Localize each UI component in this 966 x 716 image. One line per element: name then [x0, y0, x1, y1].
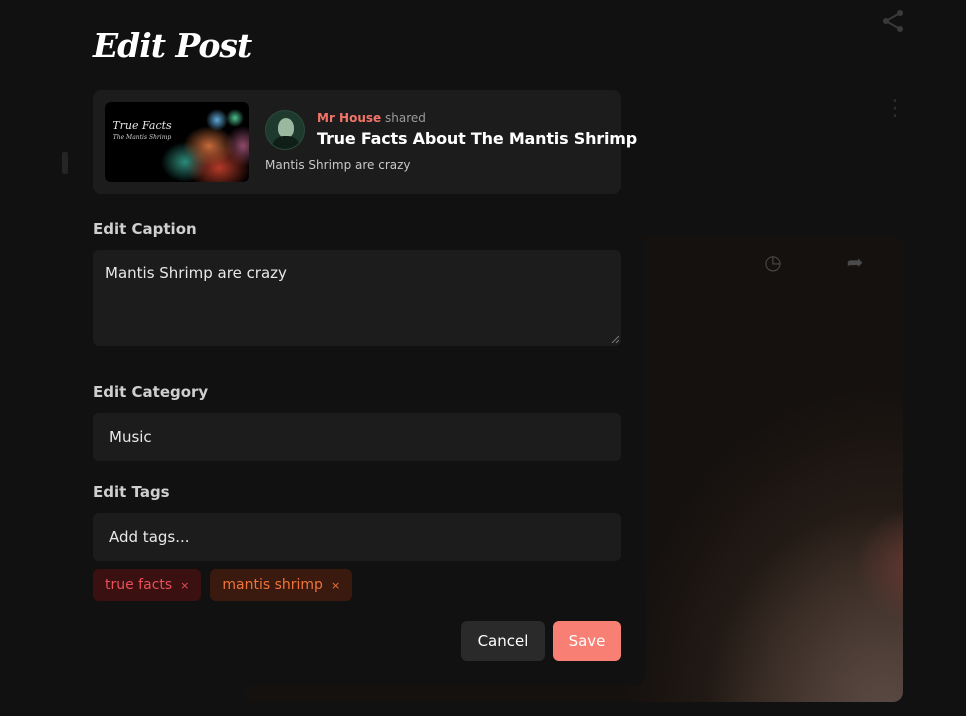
shared-by-username: Mr House [317, 111, 382, 125]
caption-textarea[interactable]: Mantis Shrimp are crazy [93, 250, 621, 346]
edit-post-modal: Edit Post True Facts The Mantis Shrimp M… [69, 0, 645, 686]
tag-label: true facts [105, 577, 173, 593]
post-caption: Mantis Shrimp are crazy [265, 158, 411, 172]
thumbnail-title: True Facts [112, 119, 172, 132]
shared-line: Mr House shared [317, 111, 426, 125]
edit-tags-label: Edit Tags [93, 483, 170, 501]
share-icon [880, 8, 906, 34]
shared-word: shared [384, 111, 426, 125]
tag-remove-icon[interactable]: × [180, 579, 189, 592]
thumbnail-image [159, 106, 249, 182]
edit-caption-label: Edit Caption [93, 220, 197, 238]
watch-later-icon: ◷ [764, 250, 782, 274]
more-vertical-icon: ⋮ [884, 96, 906, 121]
category-input[interactable] [93, 413, 621, 461]
tags-list: true facts × mantis shrimp × [93, 569, 353, 601]
modal-title: Edit Post [93, 26, 252, 65]
tag-label: mantis shrimp [222, 577, 323, 593]
background-marker [62, 152, 68, 174]
video-thumbnail: True Facts The Mantis Shrimp [105, 102, 249, 182]
video-share-icon: ➦ [846, 250, 864, 274]
tag-remove-icon[interactable]: × [331, 579, 340, 592]
tag-true-facts: true facts × [93, 569, 202, 601]
shared-post-preview: True Facts The Mantis Shrimp Mr House sh… [93, 90, 637, 194]
resize-grip-icon[interactable] [611, 335, 620, 344]
edit-category-label: Edit Category [93, 383, 209, 401]
thumbnail-subtitle: The Mantis Shrimp [112, 134, 172, 141]
post-title: True Facts About The Mantis Shrimp [317, 129, 637, 148]
cancel-button[interactable]: Cancel [461, 621, 545, 661]
tag-mantis-shrimp: mantis shrimp × [210, 569, 353, 601]
save-button[interactable]: Save [553, 621, 621, 661]
tags-input[interactable] [93, 513, 621, 561]
avatar [265, 110, 305, 150]
